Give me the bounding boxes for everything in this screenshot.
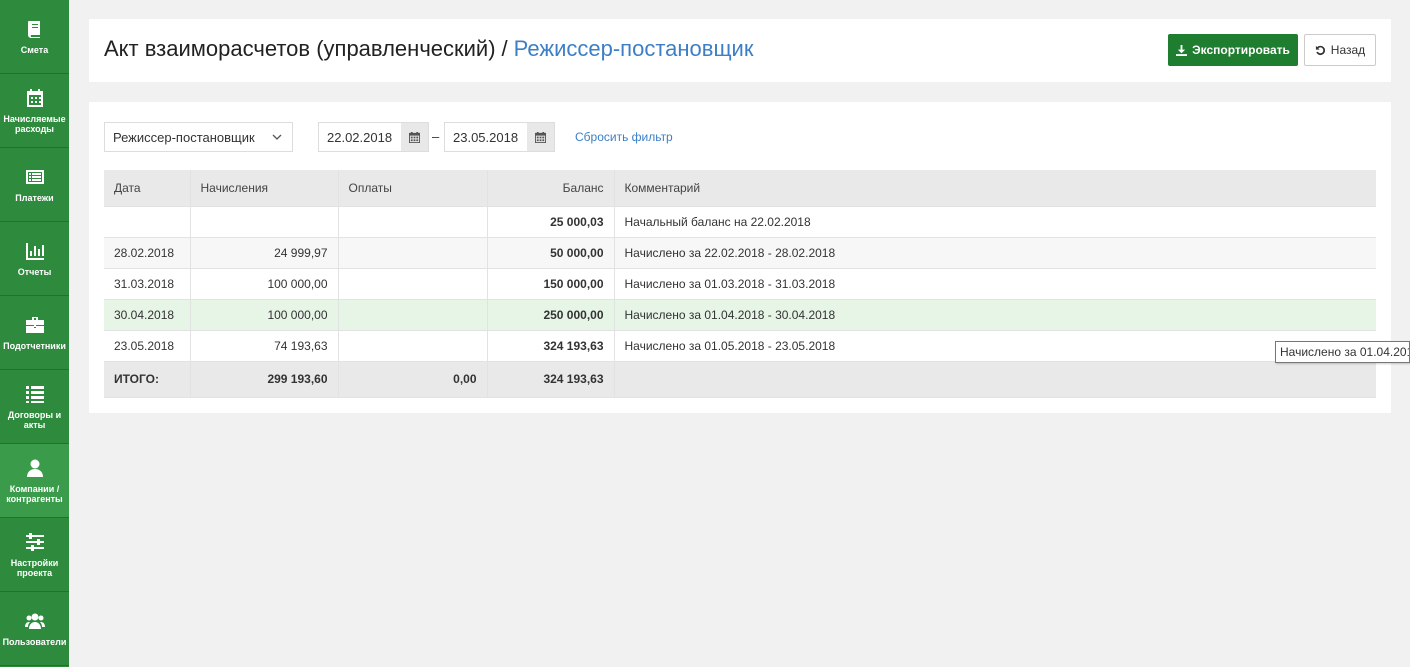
calendar-icon[interactable] <box>527 123 554 151</box>
table-row: 25 000,03 Начальный баланс на 22.02.2018 <box>104 206 1376 238</box>
sidebar-item-project-settings[interactable]: Настройки проекта <box>0 518 69 592</box>
cell-accrual: 74 193,63 <box>190 330 339 362</box>
calendar-icon[interactable] <box>401 123 428 151</box>
table-row: 28.02.2018 24 999,97 50 000,00 Начислено… <box>104 237 1376 269</box>
sidebar-item-companies[interactable]: Компании / контрагенты <box>0 444 69 518</box>
list-icon <box>24 383 46 405</box>
date-to-field[interactable]: 23.05.2018 <box>444 122 555 152</box>
list-alt-icon <box>24 166 46 188</box>
cell-payment <box>338 299 488 331</box>
date-to-value[interactable]: 23.05.2018 <box>445 123 527 151</box>
cell-balance: 324 193,63 <box>487 330 615 362</box>
settlement-table: Дата Начисления Оплаты Баланс Комментари… <box>104 170 1376 398</box>
cell-comment: Начальный баланс на 22.02.2018 <box>614 206 1376 238</box>
total-label: ИТОГО: <box>104 361 191 398</box>
title-separator: / <box>501 36 508 61</box>
page-header: Акт взаиморасчетов (управленческий) / Режи… <box>89 19 1391 82</box>
sliders-icon <box>24 531 46 553</box>
sidebar-item-label: Пользователи <box>2 637 67 647</box>
sidebar-item-label: Отчеты <box>17 267 52 277</box>
cell-balance: 250 000,00 <box>487 299 615 331</box>
cell-comment: Начислено за 01.03.2018 - 31.03.2018 <box>614 268 1376 300</box>
cell-payment <box>338 237 488 269</box>
cell-payment <box>338 206 488 238</box>
cell-balance: 50 000,00 <box>487 237 615 269</box>
sidebar: Смета Начисляемые расходы Платежи Отчеты… <box>0 0 69 667</box>
book-icon <box>24 18 46 40</box>
sidebar-item-label: Договоры и акты <box>7 410 62 430</box>
table-row: 31.03.2018 100 000,00 150 000,00 Начисле… <box>104 268 1376 300</box>
cell-accrual: 24 999,97 <box>190 237 339 269</box>
date-from-value[interactable]: 22.02.2018 <box>319 123 401 151</box>
cell-accrual: 100 000,00 <box>190 299 339 331</box>
total-balance: 324 193,63 <box>487 361 615 398</box>
cell-date: 31.03.2018 <box>104 268 191 300</box>
column-header-accruals[interactable]: Начисления <box>190 170 339 207</box>
briefcase-icon <box>24 314 46 336</box>
undo-icon <box>1315 45 1325 55</box>
sidebar-item-estimate[interactable]: Смета <box>0 0 69 74</box>
counterparty-select-value: Режиссер-постановщик <box>113 130 255 145</box>
column-header-balance[interactable]: Баланс <box>487 170 615 207</box>
total-payment: 0,00 <box>338 361 488 398</box>
date-from-field[interactable]: 22.02.2018 <box>318 122 429 152</box>
cell-accrual: 100 000,00 <box>190 268 339 300</box>
sidebar-item-label: Начисляемые расходы <box>3 114 66 134</box>
column-header-payments[interactable]: Оплаты <box>338 170 488 207</box>
reset-filter-link[interactable]: Сбросить фильтр <box>575 130 673 144</box>
cell-accrual <box>190 206 339 238</box>
sidebar-item-contracts[interactable]: Договоры и акты <box>0 370 69 444</box>
sidebar-item-label: Смета <box>20 45 49 55</box>
chevron-down-icon <box>272 134 282 140</box>
sidebar-item-label: Настройки проекта <box>10 558 59 578</box>
cell-comment: Начислено за 01.04.2018 - 30.04.2018 <box>614 299 1376 331</box>
cell-balance: 25 000,03 <box>487 206 615 238</box>
cell-balance: 150 000,00 <box>487 268 615 300</box>
calendar-icon <box>24 87 46 109</box>
sidebar-item-label: Подотчетники <box>3 341 66 351</box>
cell-comment: Начислено за 01.05.2018 - 23.05.2018 <box>614 330 1376 362</box>
export-button[interactable]: Экспортировать <box>1168 34 1298 66</box>
table-row-hovered[interactable]: 30.04.2018 100 000,00 250 000,00 Начисле… <box>104 299 1376 331</box>
sidebar-item-label: Компании / контрагенты <box>6 484 63 504</box>
page-title: Акт взаиморасчетов (управленческий) / Режи… <box>104 36 753 62</box>
sidebar-item-payments[interactable]: Платежи <box>0 148 69 222</box>
download-icon <box>1176 44 1188 56</box>
date-range-dash: – <box>432 129 440 144</box>
sidebar-item-accrued-expenses[interactable]: Начисляемые расходы <box>0 74 69 148</box>
column-header-comment[interactable]: Комментарий <box>614 170 1376 207</box>
table-header-row: Дата Начисления Оплаты Баланс Комментари… <box>104 170 1376 207</box>
main-panel: Режиссер-постановщик 22.02.2018 – 23.05.… <box>89 102 1391 413</box>
page-title-main: Акт взаиморасчетов (управленческий) <box>104 36 496 61</box>
row-tooltip: Начислено за 01.04.2018 <box>1275 341 1410 363</box>
sidebar-item-accountable[interactable]: Подотчетники <box>0 296 69 370</box>
cell-payment <box>338 268 488 300</box>
cell-date: 28.02.2018 <box>104 237 191 269</box>
sidebar-item-label: Платежи <box>15 193 54 203</box>
table-row: 23.05.2018 74 193,63 324 193,63 Начислен… <box>104 330 1376 362</box>
cell-date: 30.04.2018 <box>104 299 191 331</box>
back-button-label: Назад <box>1330 43 1366 57</box>
cell-date <box>104 206 191 238</box>
sidebar-item-reports[interactable]: Отчеты <box>0 222 69 296</box>
total-comment-empty <box>614 361 1376 398</box>
cell-payment <box>338 330 488 362</box>
cell-date: 23.05.2018 <box>104 330 191 362</box>
users-icon <box>24 610 46 632</box>
cell-comment: Начислено за 22.02.2018 - 28.02.2018 <box>614 237 1376 269</box>
total-accrual: 299 193,60 <box>190 361 339 398</box>
sidebar-item-users[interactable]: Пользователи <box>0 592 69 666</box>
column-header-date[interactable]: Дата <box>104 170 191 207</box>
export-button-label: Экспортировать <box>1192 43 1290 57</box>
back-button[interactable]: Назад <box>1304 34 1376 66</box>
table-total-row: ИТОГО: 299 193,60 0,00 324 193,63 <box>104 361 1376 398</box>
user-icon <box>24 457 46 479</box>
bar-chart-icon <box>24 240 46 262</box>
counterparty-select[interactable]: Режиссер-постановщик <box>104 122 293 152</box>
page-title-counterparty[interactable]: Режиссер-постановщик <box>514 36 754 61</box>
